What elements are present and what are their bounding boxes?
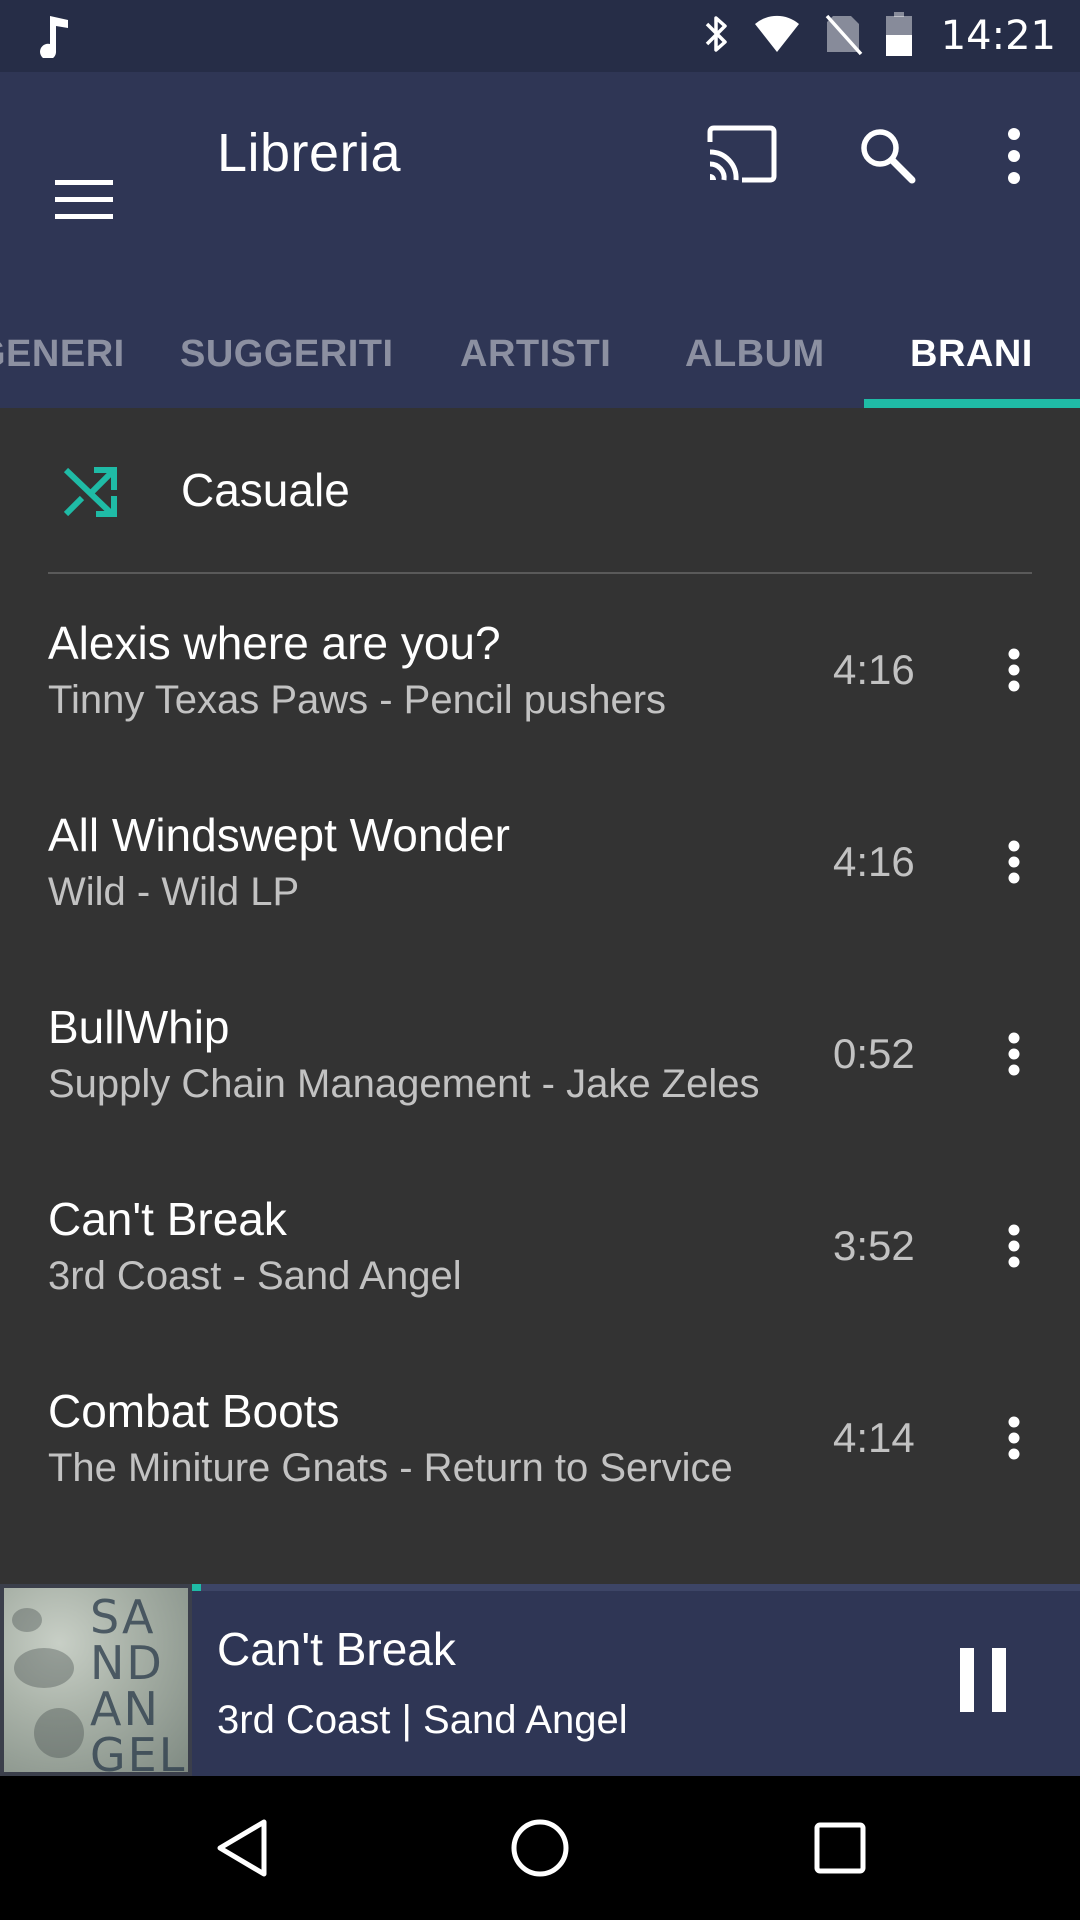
song-title: Alexis where are you? [48,617,501,669]
song-duration: 4:16 [833,838,915,885]
menu-button[interactable] [52,170,116,234]
song-row[interactable]: BullWhip Supply Chain Management - Jake … [0,958,1080,1150]
tab-bar: GENERI SUGGERITI ARTISTI ALBUM BRANI [0,300,1080,408]
cast-button[interactable] [706,124,778,189]
tab-suggeriti[interactable]: SUGGERITI [180,300,394,408]
song-more-button[interactable] [996,1212,1032,1280]
song-row[interactable]: All Windswept Wonder Wild - Wild LP 4:16 [0,766,1080,958]
tab-generi[interactable]: GENERI [0,300,125,408]
clock: 14:21 [940,13,1056,59]
song-title: BullWhip [48,1001,230,1053]
song-more-button[interactable] [996,1020,1032,1088]
back-icon[interactable] [214,1818,270,1883]
song-title: Can't Break [48,1193,287,1245]
search-button[interactable] [858,126,916,189]
song-duration: 4:16 [833,646,915,693]
song-duration: 4:14 [833,1414,915,1461]
shuffle-label: Casuale [181,464,350,516]
more-vert-icon [996,128,1032,190]
more-vert-icon [1008,1416,1020,1460]
more-vert-icon [1008,648,1020,692]
pause-icon-bar [992,1648,1006,1712]
song-artist-album: 3rd Coast - Sand Angel [48,1254,462,1298]
now-playing-title: Can't Break [217,1623,456,1675]
more-vert-icon [1008,1032,1020,1076]
playback-progress-fill [192,1584,201,1591]
overflow-menu-button[interactable] [996,126,1032,191]
status-bar: 14:21 [0,0,1080,72]
song-more-button[interactable] [996,828,1032,896]
menu-icon [55,179,113,225]
shuffle-icon [63,466,118,523]
song-artist-album: Wild - Wild LP [48,870,300,914]
more-vert-icon [1008,1224,1020,1268]
song-row[interactable]: Can't Break 3rd Coast - Sand Angel 3:52 [0,1150,1080,1342]
playback-progress[interactable] [192,1584,1080,1591]
album-art[interactable]: SA ND AN GEL [0,1584,192,1776]
battery-icon [885,11,913,62]
now-playing-bar[interactable]: SA ND AN GEL Can't Break 3rd Coast | Sand A… [0,1584,1080,1776]
recents-icon[interactable] [814,1822,866,1879]
song-row[interactable]: Alexis where are you? Tinny Texas Paws -… [0,574,1080,766]
album-art-text: SA ND AN GEL [90,1590,187,1776]
song-list: Casuale Alexis where are you? Tinny Texa… [0,408,1080,1584]
more-vert-icon [1008,840,1020,884]
tab-artisti[interactable]: ARTISTI [460,300,611,408]
song-title: Combat Boots [48,1385,340,1437]
tab-brani[interactable]: BRANI [910,300,1033,408]
no-sim-icon [823,12,863,61]
bluetooth-icon [701,12,731,61]
system-nav-bar [0,1776,1080,1920]
song-artist-album: Tinny Texas Paws - Pencil pushers [48,678,667,722]
page-title: Libreria [217,123,402,183]
now-playing-subtitle: 3rd Coast | Sand Angel [217,1698,628,1742]
music-note-icon [36,14,72,63]
song-duration: 0:52 [833,1030,915,1077]
song-title: All Windswept Wonder [48,809,510,861]
active-tab-indicator [864,399,1080,408]
tab-album[interactable]: ALBUM [685,300,825,408]
song-artist-album: The Miniture Gnats - Return to Service [48,1446,733,1490]
song-artist-album: Supply Chain Management - Jake Zeles [48,1062,760,1106]
search-icon [858,129,916,188]
home-icon[interactable] [510,1818,570,1883]
shuffle-all-button[interactable]: Casuale [0,408,1080,573]
pause-button[interactable] [960,1648,1006,1712]
wifi-icon [753,14,801,59]
song-more-button[interactable] [996,1404,1032,1472]
song-row[interactable]: Combat Boots The Miniture Gnats - Return… [0,1342,1080,1534]
cast-icon [706,125,778,188]
song-more-button[interactable] [996,636,1032,704]
pause-icon-bar [960,1648,974,1712]
song-duration: 3:52 [833,1222,915,1269]
